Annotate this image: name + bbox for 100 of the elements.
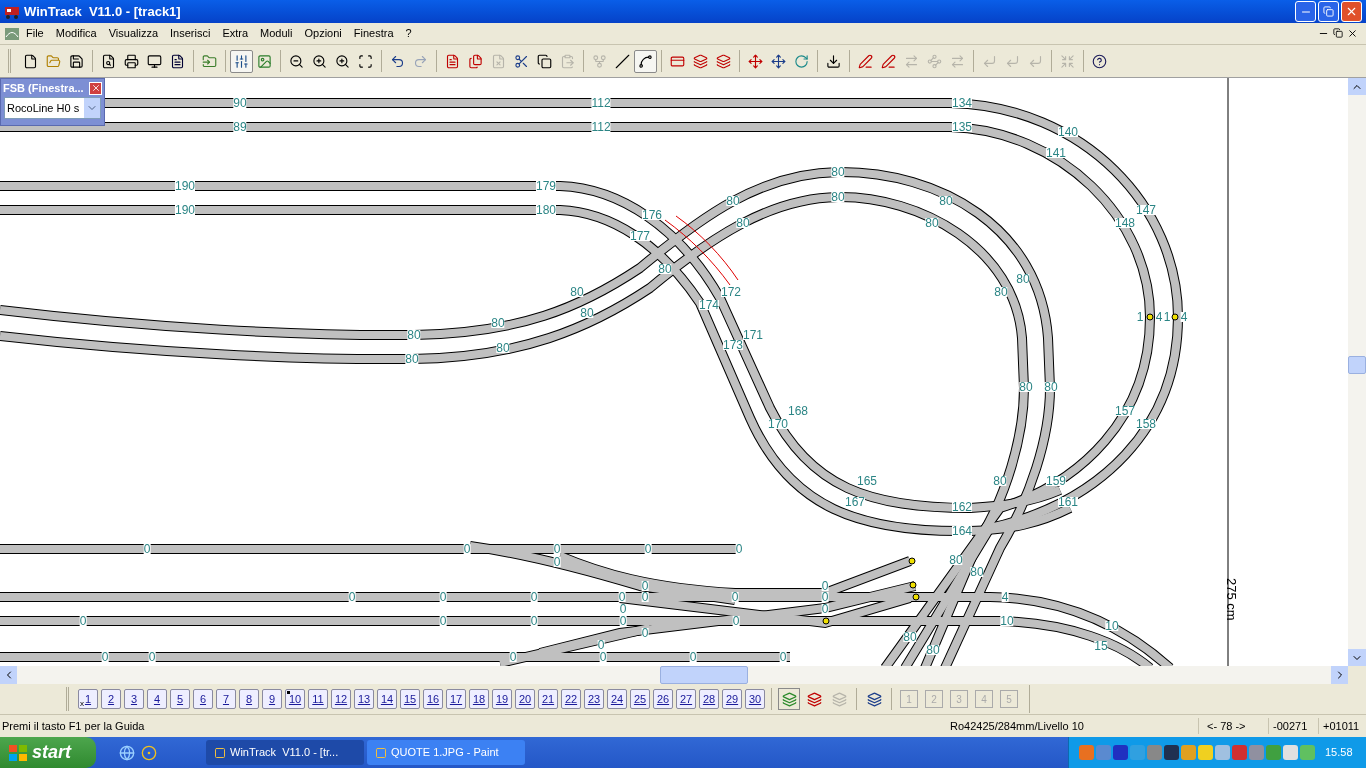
menu-item[interactable]: Finestra — [347, 25, 400, 42]
track-label: 80 — [405, 354, 419, 364]
layer-button[interactable]: 22 — [561, 689, 581, 709]
layer-button[interactable]: 15 — [400, 689, 420, 709]
restore-icon — [1323, 6, 1334, 17]
track-label: 80 — [949, 555, 963, 565]
shrink-icon — [1060, 53, 1075, 69]
track-label: 0 — [735, 544, 743, 554]
layer-button[interactable]: 27 — [676, 689, 696, 709]
menu-item[interactable]: Visualizza — [102, 25, 165, 42]
layer-button[interactable]: 18 — [469, 689, 489, 709]
restore-button[interactable] — [1318, 1, 1339, 22]
track-label: 172 — [721, 287, 741, 297]
track-label: 0 — [599, 652, 607, 662]
track-label: 168 — [788, 406, 808, 416]
layer-button[interactable]: 5 — [170, 689, 190, 709]
track-label: 174 — [699, 300, 719, 310]
layer-button[interactable]: 6 — [193, 689, 213, 709]
layer-button[interactable]: 19 — [492, 689, 512, 709]
minimize-button[interactable] — [1295, 1, 1316, 22]
track-label: 179 — [536, 181, 556, 191]
track-label: 148 — [1115, 218, 1135, 228]
layer-button[interactable]: 21 — [538, 689, 558, 709]
track-label: 177 — [630, 231, 650, 241]
menu-item[interactable]: Inserisci — [164, 25, 217, 42]
layer-button[interactable]: 28 — [699, 689, 719, 709]
track-label: 4 — [1180, 312, 1188, 322]
track-label: 0 — [641, 628, 649, 638]
track-label: 80 — [1019, 382, 1033, 392]
open-folder-icon — [46, 53, 61, 69]
layer-button[interactable]: 4 — [147, 689, 167, 709]
layer-button[interactable]: 29 — [722, 689, 742, 709]
menu-item[interactable]: Modifica — [49, 25, 103, 42]
folder-icon — [202, 53, 217, 69]
track-label: 134 — [952, 98, 972, 108]
layer-button[interactable]: 13 — [354, 689, 374, 709]
layer-button[interactable]: 12 — [331, 689, 351, 709]
layer-button[interactable]: 30 — [745, 689, 765, 709]
layer-button[interactable]: 20 — [515, 689, 535, 709]
status-x: -00271 — [1268, 717, 1318, 735]
layer-button[interactable]: 3 — [124, 689, 144, 709]
move-icon — [748, 53, 763, 69]
track-label: 0 — [101, 652, 109, 662]
zoom-window-icon — [335, 53, 350, 69]
track-label: 0 — [439, 616, 447, 626]
layer-button[interactable]: 8 — [239, 689, 259, 709]
scroll-thumb[interactable] — [1348, 356, 1366, 374]
close-icon[interactable] — [1347, 28, 1358, 39]
curve-button[interactable] — [634, 49, 657, 73]
close-button[interactable] — [89, 81, 102, 95]
layer-button[interactable]: 10 — [285, 689, 305, 709]
document-icon — [445, 53, 460, 69]
layer-button[interactable]: 9 — [262, 689, 282, 709]
menu-item[interactable]: Opzioni — [298, 25, 348, 42]
windows-logo-icon — [8, 743, 28, 762]
layer-button[interactable]: 26 — [653, 689, 673, 709]
layer-button[interactable]: 17 — [446, 689, 466, 709]
track-label: 0 — [553, 557, 561, 567]
print-icon — [124, 53, 139, 69]
menu-item[interactable]: Extra — [216, 25, 255, 42]
track-label: 80 — [1044, 382, 1058, 392]
layers-button[interactable] — [778, 688, 800, 710]
ruler-label: 275 cm — [1225, 578, 1238, 621]
menu-item[interactable]: ? — [399, 25, 418, 42]
track-label: 80 — [939, 196, 953, 206]
close-button[interactable] — [1341, 1, 1362, 22]
start-button[interactable]: start — [0, 737, 96, 768]
globe-icon[interactable] — [119, 744, 135, 761]
track-system-select[interactable]: RocoLine H0 s — [4, 97, 101, 119]
documents-icon — [468, 53, 483, 69]
track-label: 0 — [619, 616, 627, 626]
track-label: 0 — [689, 652, 697, 662]
track-label: 1 — [1136, 312, 1144, 322]
vertical-scrollbar[interactable] — [1348, 78, 1366, 666]
clock: 15.58 — [1325, 745, 1353, 761]
sliders-button[interactable] — [230, 49, 253, 73]
browser-icon[interactable] — [141, 744, 157, 761]
layer-button[interactable]: 16 — [423, 689, 443, 709]
corner-icon — [982, 53, 997, 69]
layer-button[interactable]: 23 — [584, 689, 604, 709]
taskbar-button[interactable]: QUOTE 1.JPG - Paint — [367, 740, 525, 765]
menu-item[interactable]: File — [20, 25, 50, 42]
layer-button[interactable]: 14 — [377, 689, 397, 709]
track-label: 180 — [536, 205, 556, 215]
layer-button[interactable]: 2 — [101, 689, 121, 709]
layer-button[interactable]: 7 — [216, 689, 236, 709]
track-label: 0 — [509, 652, 517, 662]
track-label: 1 — [1163, 312, 1171, 322]
app-icon — [4, 26, 20, 41]
taskbar-button[interactable]: WinTrack V11.0 - [tr... — [206, 740, 364, 765]
scroll-thumb[interactable] — [660, 666, 748, 684]
layer-button[interactable]: 24 — [607, 689, 627, 709]
layer-button[interactable]: 11 — [308, 689, 328, 709]
horizontal-scrollbar[interactable] — [0, 666, 1348, 684]
layer-button[interactable]: 25 — [630, 689, 650, 709]
paste-icon — [560, 53, 575, 69]
menu-item[interactable]: Moduli — [254, 25, 299, 42]
layers-icon — [831, 691, 847, 707]
layers-icon — [781, 691, 797, 707]
restore-icon[interactable] — [1333, 28, 1343, 38]
